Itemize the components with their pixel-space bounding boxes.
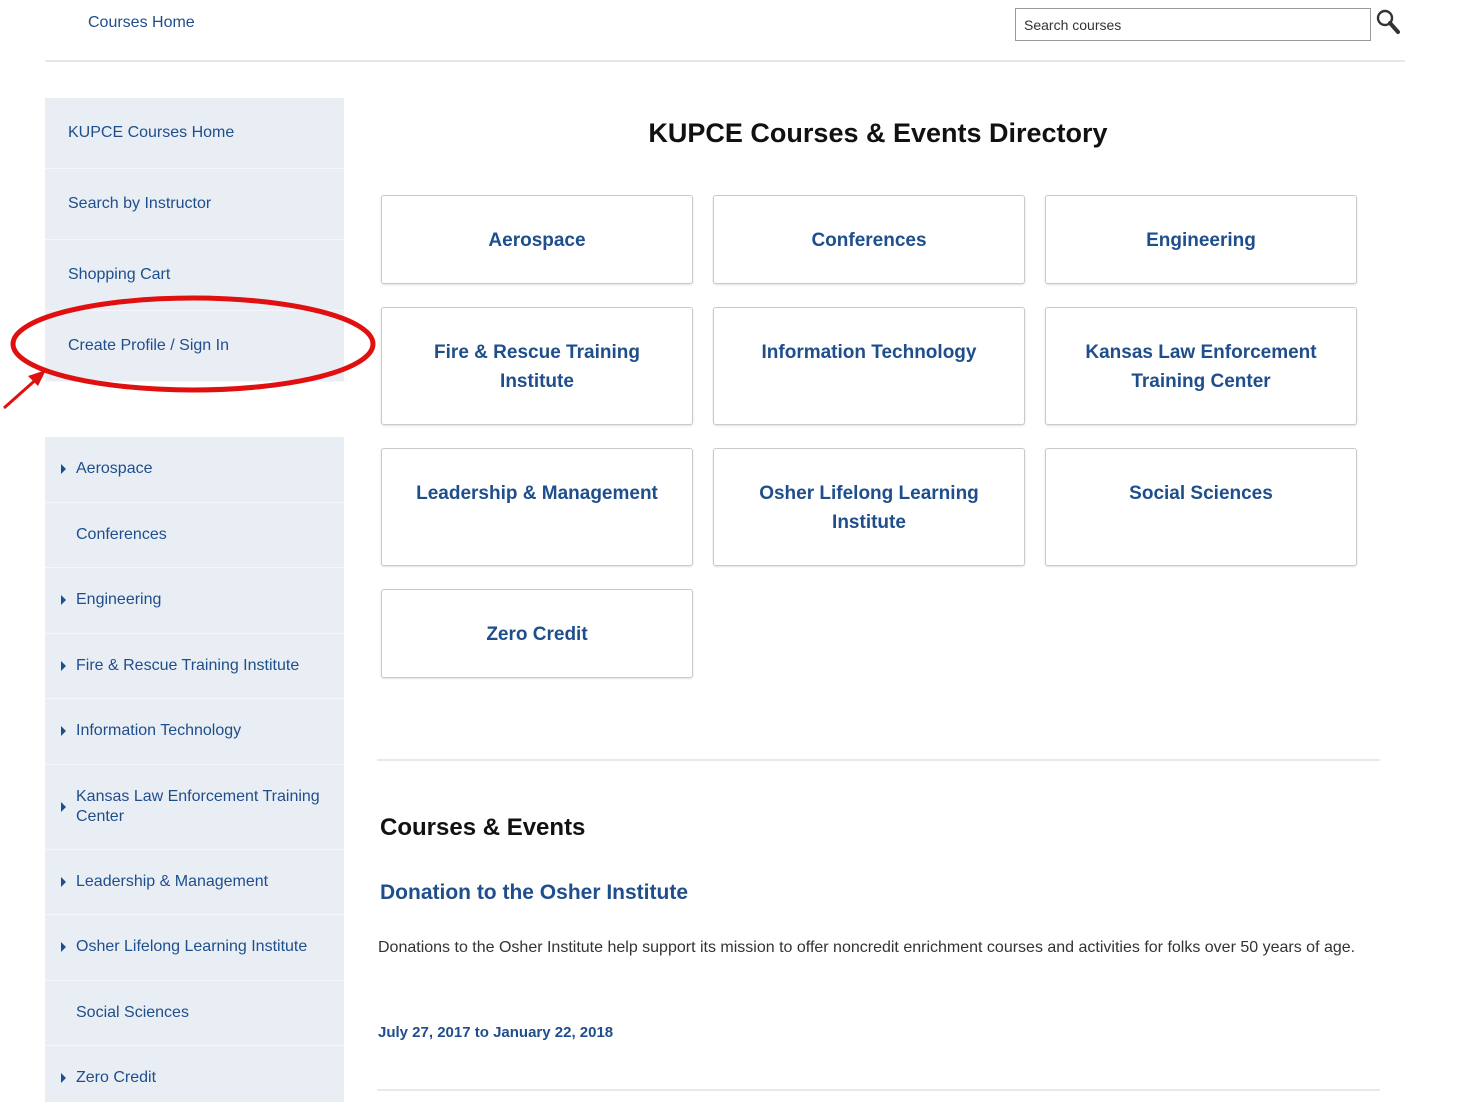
sidebar-item-kupce-courses-home[interactable]: KUPCE Courses Home	[45, 98, 344, 169]
sidebar-item-search-by-instructor[interactable]: Search by Instructor	[45, 169, 344, 240]
sidebar-item-label: Kansas Law Enforcement Training Center	[76, 787, 320, 825]
event-description: Donations to the Osher Institute help su…	[378, 939, 1356, 956]
tile-label: Leadership & Management	[416, 483, 658, 504]
tile-label-line2: Institute	[832, 512, 906, 533]
tile-label-line2: Training Center	[1131, 371, 1271, 392]
sidebar-item-engineering[interactable]: Engineering	[45, 568, 344, 634]
tile-label: Osher Lifelong Learning	[759, 483, 979, 504]
courses-home-link[interactable]: Courses Home	[88, 14, 195, 32]
tile-label: Zero Credit	[486, 624, 588, 645]
sidebar-item-label: Zero Credit	[76, 1069, 157, 1087]
sidebar-item-leadership-management[interactable]: Leadership & Management	[45, 850, 344, 915]
caret-right-icon	[61, 801, 66, 812]
sidebar-item-zero-credit[interactable]: Zero Credit	[45, 1046, 344, 1102]
sidebar-item-label: Social Sciences	[76, 1003, 189, 1021]
sidebar-item-label: Shopping Cart	[68, 266, 171, 283]
sidebar-primary-nav: KUPCE Courses Home Search by Instructor …	[45, 98, 344, 382]
caret-spacer	[61, 530, 66, 540]
caret-right-icon	[61, 464, 66, 475]
sidebar-item-osher-lifelong-learning[interactable]: Osher Lifelong Learning Institute	[45, 915, 344, 981]
sidebar-item-label: Osher Lifelong Learning Institute	[76, 938, 308, 956]
page: Courses Home KUPCE Courses Home Search b…	[0, 0, 1475, 1102]
sidebar-item-label: KUPCE Courses Home	[68, 124, 235, 141]
tile-kansas-law-enforcement[interactable]: Kansas Law Enforcement Training Center	[1045, 307, 1357, 425]
page-title: KUPCE Courses & Events Directory	[648, 118, 1108, 148]
caret-right-icon	[61, 660, 66, 671]
section-title: Courses & Events	[380, 814, 586, 841]
tile-aerospace[interactable]: Aerospace	[381, 195, 693, 284]
sidebar-category-nav: Aerospace Conferences Engineering Fire &…	[45, 437, 344, 1102]
event-date: July 27, 2017 to January 22, 2018	[378, 1024, 614, 1041]
search-icon	[1376, 9, 1400, 34]
sidebar-item-create-profile-sign-in[interactable]: Create Profile / Sign In	[45, 311, 344, 382]
sidebar-item-conferences[interactable]: Conferences	[45, 503, 344, 568]
tile-label: Kansas Law Enforcement	[1085, 342, 1317, 363]
sidebar-item-fire-rescue[interactable]: Fire & Rescue Training Institute	[45, 634, 344, 699]
search-bar	[1015, 8, 1405, 42]
tile-label: Aerospace	[488, 230, 586, 251]
sidebar-item-social-sciences[interactable]: Social Sciences	[45, 981, 344, 1046]
tile-fire-rescue[interactable]: Fire & Rescue Training Institute	[381, 307, 693, 425]
caret-right-icon	[61, 942, 66, 953]
tile-zero-credit[interactable]: Zero Credit	[381, 589, 693, 678]
sidebar-item-information-technology[interactable]: Information Technology	[45, 699, 344, 765]
sidebar-item-label: Fire & Rescue Training Institute	[76, 656, 300, 674]
tile-information-technology[interactable]: Information Technology	[713, 307, 1025, 425]
sidebar-item-label: Conferences	[76, 525, 167, 543]
search-input[interactable]	[1015, 8, 1371, 41]
tile-leadership-management[interactable]: Leadership & Management	[381, 448, 693, 566]
sidebar-item-label: Information Technology	[76, 722, 242, 740]
tile-label: Engineering	[1146, 230, 1256, 251]
event-title-link[interactable]: Donation to the Osher Institute	[380, 881, 688, 905]
tile-conferences[interactable]: Conferences	[713, 195, 1025, 284]
caret-right-icon	[61, 726, 66, 737]
search-button[interactable]	[1375, 8, 1403, 38]
tile-label: Information Technology	[761, 342, 977, 363]
sidebar-item-label: Engineering	[76, 591, 162, 609]
sidebar-item-label: Create Profile / Sign In	[68, 337, 229, 354]
tile-label-line2: Institute	[500, 371, 574, 392]
sidebar-item-label: Aerospace	[76, 460, 153, 478]
header-divider	[45, 60, 1405, 62]
caret-spacer	[61, 1008, 66, 1018]
sidebar-item-label: Search by Instructor	[68, 195, 212, 212]
sidebar-item-kansas-law-enforcement[interactable]: Kansas Law Enforcement Training Center	[45, 765, 344, 850]
tile-label: Social Sciences	[1129, 483, 1273, 504]
tile-engineering[interactable]: Engineering	[1045, 195, 1357, 284]
section-divider	[377, 759, 1380, 761]
caret-right-icon	[61, 595, 66, 606]
sidebar-item-label: Leadership & Management	[76, 872, 269, 890]
sidebar-item-shopping-cart[interactable]: Shopping Cart	[45, 240, 344, 311]
caret-right-icon	[61, 876, 66, 887]
section-divider	[377, 1089, 1380, 1091]
caret-right-icon	[61, 1073, 66, 1084]
tile-social-sciences[interactable]: Social Sciences	[1045, 448, 1357, 566]
tile-label: Conferences	[811, 230, 927, 251]
sidebar-item-aerospace[interactable]: Aerospace	[45, 437, 344, 503]
tile-osher-lifelong-learning[interactable]: Osher Lifelong Learning Institute	[713, 448, 1025, 566]
tile-label: Fire & Rescue Training	[434, 342, 640, 363]
